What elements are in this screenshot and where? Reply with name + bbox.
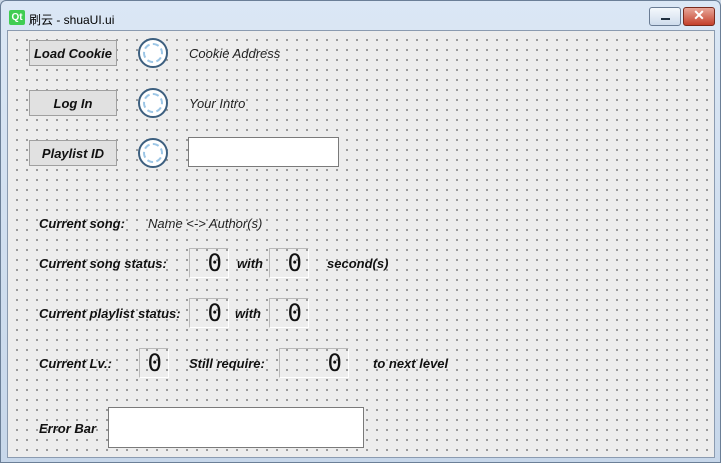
load-cookie-button[interactable]: Load Cookie bbox=[29, 40, 117, 66]
song-status-lcd-b: 0 bbox=[269, 248, 309, 278]
current-lv-lcd: 0 bbox=[139, 348, 169, 378]
song-name-label: Name <-> Author(s) bbox=[148, 216, 263, 231]
playlist-status-lcd-a: 0 bbox=[189, 298, 229, 328]
close-icon: ✕ bbox=[693, 7, 705, 23]
current-playlist-status-label: Current playlist status: bbox=[39, 306, 181, 321]
your-intro-label: Your Intro bbox=[189, 96, 246, 111]
song-status-lcd-a: 0 bbox=[189, 248, 229, 278]
window-title: 刷云 - shuaUI.ui bbox=[29, 13, 115, 27]
cookie-address-label: Cookie Address bbox=[189, 46, 281, 61]
current-song-status-label: Current song status: bbox=[39, 256, 167, 271]
playlist-id-input[interactable] bbox=[188, 137, 339, 167]
playlist-id-button[interactable]: Playlist ID bbox=[29, 140, 117, 166]
still-require-label: Still require: bbox=[189, 356, 265, 371]
error-bar-field[interactable] bbox=[108, 407, 364, 448]
log-in-button[interactable]: Log In bbox=[29, 90, 117, 116]
with-label-2: with bbox=[235, 306, 261, 321]
with-label-1: with bbox=[237, 256, 263, 271]
still-require-lcd: 0 bbox=[279, 348, 349, 378]
current-lv-label: Current Lv.: bbox=[39, 356, 112, 371]
main-window: Qt 刷云 - shuaUI.ui ✕ bbox=[0, 0, 721, 463]
to-next-level-label: to next level bbox=[373, 356, 449, 371]
title-bar[interactable]: Qt 刷云 - shuaUI.ui ✕ bbox=[1, 1, 720, 29]
error-bar-label: Error Bar bbox=[39, 421, 97, 436]
playlist-status-lcd-b: 0 bbox=[269, 298, 309, 328]
login-status-indicator bbox=[138, 88, 168, 118]
qt-logo-icon: Qt bbox=[9, 10, 25, 25]
playlist-status-indicator bbox=[138, 138, 168, 168]
seconds-label: second(s) bbox=[327, 256, 389, 271]
minimize-icon bbox=[661, 18, 670, 20]
close-button[interactable]: ✕ bbox=[683, 7, 715, 26]
minimize-button[interactable] bbox=[649, 7, 681, 26]
current-song-label: Current song: bbox=[39, 216, 125, 231]
cookie-status-indicator bbox=[138, 38, 168, 68]
